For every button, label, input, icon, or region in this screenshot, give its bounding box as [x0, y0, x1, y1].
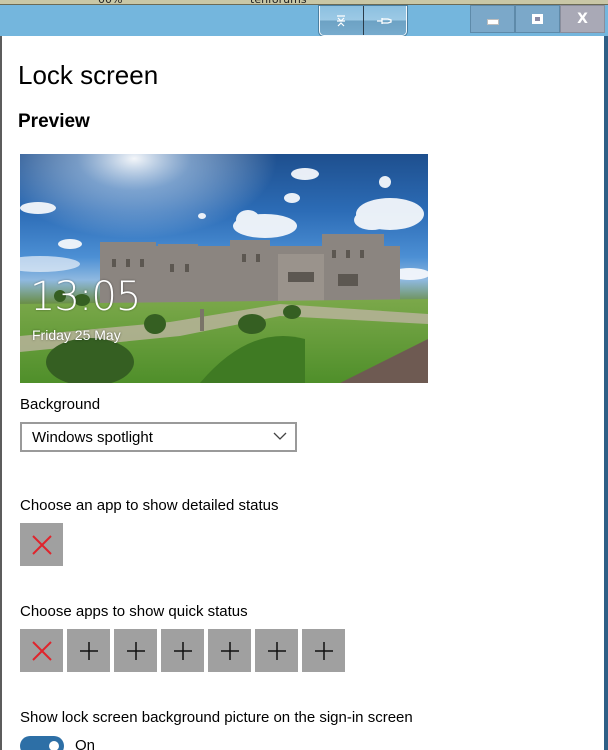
close-icon: X — [577, 11, 588, 27]
quick-status-app-button-1[interactable] — [20, 629, 63, 672]
pin-button[interactable] — [363, 6, 406, 35]
pin-icon — [376, 17, 392, 24]
lock-screen-date: Friday 25 May — [32, 327, 121, 343]
preview-scene — [20, 154, 428, 383]
lock-screen-preview: 13:05 Friday 25 May — [20, 154, 428, 383]
lock-screen-time: 13:05 — [30, 274, 141, 320]
quick-status-app-button-4[interactable] — [161, 629, 204, 672]
x-icon — [31, 534, 52, 555]
background-selected-value: Windows spotlight — [32, 428, 153, 446]
preview-heading: Preview — [18, 111, 90, 132]
castle — [100, 234, 400, 306]
signin-background-label: Show lock screen background picture on t… — [20, 709, 413, 726]
chevron-down-icon — [273, 432, 287, 440]
plus-icon — [126, 641, 145, 660]
quick-status-app-button-3[interactable] — [114, 629, 157, 672]
detailed-status-label: Choose an app to show detailed status — [20, 497, 279, 514]
plus-icon — [220, 641, 239, 660]
maximize-button[interactable] — [515, 5, 560, 33]
quick-status-app-button-2[interactable] — [67, 629, 110, 672]
settings-window: Lock screen Preview 13:05 Friday 25 May … — [0, 36, 608, 750]
background-label: Background — [20, 396, 101, 413]
minimize-icon — [486, 19, 499, 25]
statue — [200, 309, 204, 331]
detailed-status-app-button[interactable] — [20, 523, 63, 566]
quick-status-app-button-7[interactable] — [302, 629, 345, 672]
plus-icon — [79, 641, 98, 660]
x-icon — [31, 640, 52, 661]
maximize-icon — [532, 14, 543, 24]
quick-status-tiles — [20, 629, 345, 672]
rollup-button[interactable] — [320, 6, 364, 35]
background-dropdown[interactable]: Windows spotlight — [20, 422, 297, 452]
minimize-button[interactable] — [470, 5, 515, 33]
close-button[interactable]: X — [560, 5, 605, 33]
collapse-arrows-icon — [337, 14, 346, 26]
titlebar-extra-buttons — [319, 6, 407, 36]
plus-icon — [173, 641, 192, 660]
quick-status-app-button-5[interactable] — [208, 629, 251, 672]
page-title: Lock screen — [18, 60, 159, 90]
signin-background-toggle[interactable] — [20, 736, 64, 750]
quick-status-label: Choose apps to show quick status — [20, 603, 248, 620]
quick-status-app-button-6[interactable] — [255, 629, 298, 672]
window-titlebar[interactable]: X — [0, 5, 608, 36]
detailed-status-tiles — [20, 523, 63, 566]
plus-icon — [314, 641, 333, 660]
plus-icon — [267, 641, 286, 660]
signin-background-state: On — [75, 737, 96, 750]
toggle-knob — [49, 741, 59, 750]
